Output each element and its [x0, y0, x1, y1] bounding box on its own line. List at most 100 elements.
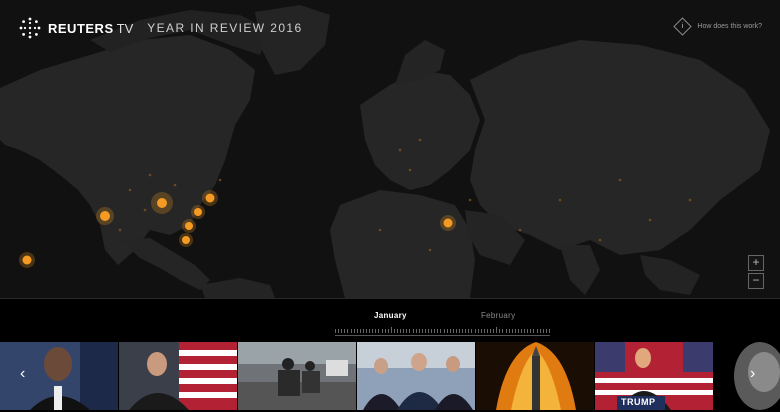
- timeline-tick: [517, 329, 519, 333]
- app-header: REUTERS TV YEAR IN REVIEW 2016: [18, 15, 303, 41]
- thumbnail-obama-portrait[interactable]: [0, 342, 118, 410]
- timeline-tick: [536, 329, 538, 333]
- thumbnail-rubio-speech[interactable]: [119, 342, 237, 410]
- timeline-tick: [390, 327, 392, 333]
- timeline-tick: [511, 329, 513, 333]
- hotspot-marker: [22, 255, 32, 265]
- timeline-tick: [530, 329, 532, 333]
- timeline-baseline: [335, 335, 550, 336]
- zoom-out-button[interactable]: −: [748, 273, 764, 289]
- timeline-tick: [347, 329, 349, 333]
- zoom-in-button[interactable]: +: [748, 255, 764, 271]
- timeline-tick: [366, 329, 367, 333]
- thumbnail-motorcade-street[interactable]: [238, 342, 356, 410]
- map-graphic: [0, 0, 780, 298]
- timeline-tick: [521, 329, 522, 333]
- timeline-tick: [514, 329, 516, 333]
- timeline-tick: [533, 329, 535, 333]
- world-map[interactable]: [0, 0, 780, 298]
- brand-suffix: TV: [116, 20, 134, 36]
- timeline-tick: [418, 329, 420, 333]
- timeline-tick: [356, 329, 358, 333]
- thumbnail-rocket-launch[interactable]: [476, 342, 594, 410]
- month-february[interactable]: February: [481, 311, 515, 320]
- timeline-tick: [548, 329, 550, 333]
- hotspot-marker: [205, 193, 215, 203]
- timeline-tick: [545, 329, 547, 333]
- timeline-tick: [446, 329, 448, 333]
- timeline[interactable]: January February: [0, 298, 780, 341]
- hotspot-marker: [157, 198, 167, 208]
- timeline-tick: [350, 329, 352, 333]
- timeline-tick: [415, 329, 417, 333]
- thumbnail-campaign-stage[interactable]: [357, 342, 475, 410]
- timeline-tick: [480, 329, 482, 333]
- timeline-tick: [462, 329, 464, 333]
- timeline-tick: [381, 329, 383, 333]
- timeline-tick: [421, 329, 423, 333]
- thumbnail-next-preview[interactable]: [714, 342, 780, 410]
- timeline-tick: [387, 329, 389, 333]
- timeline-tick: [344, 329, 346, 333]
- hotspot-marker: [185, 222, 193, 230]
- timeline-tick: [397, 329, 398, 333]
- timeline-tick: [437, 329, 439, 333]
- hotspot-marker: [194, 208, 202, 216]
- timeline-tick: [372, 329, 374, 333]
- hotspot-marker: [443, 218, 453, 228]
- timeline-tick: [468, 329, 470, 333]
- timeline-tick: [428, 329, 429, 333]
- carousel-prev-button[interactable]: ‹: [20, 365, 25, 383]
- timeline-tick: [527, 329, 529, 333]
- timeline-tick: [406, 329, 408, 333]
- timeline-tick: [409, 329, 411, 333]
- hotspot-marker: [182, 236, 190, 244]
- timeline-tick: [359, 329, 361, 333]
- timeline-tick: [440, 329, 442, 333]
- timeline-tick: [471, 329, 473, 333]
- timeline-tick: [378, 329, 380, 333]
- timeline-tick: [539, 329, 541, 333]
- timeline-tick: [459, 329, 460, 333]
- timeline-tick: [335, 329, 336, 333]
- timeline-tick: [505, 329, 507, 333]
- timeline-tick: [455, 329, 457, 333]
- timeline-tick: [338, 329, 340, 333]
- timeline-tick: [443, 329, 445, 333]
- hotspot-marker: [100, 211, 110, 221]
- reuters-logo-icon[interactable]: [18, 16, 42, 40]
- timeline-tick: [412, 329, 414, 333]
- timeline-tick: [477, 329, 479, 333]
- timeline-tick: [499, 329, 501, 333]
- timeline-tick: [384, 329, 386, 333]
- timeline-tick: [496, 327, 498, 333]
- carousel-next-button[interactable]: ›: [750, 365, 755, 383]
- month-january[interactable]: January: [374, 311, 407, 320]
- video-carousel: TRUMP: [0, 340, 780, 412]
- info-icon: i: [673, 17, 693, 36]
- brand-name: REUTERS: [48, 20, 114, 36]
- africa-landmass: [330, 190, 475, 298]
- timeline-tick: [424, 329, 426, 333]
- thumbnail-trump-rally[interactable]: TRUMP: [595, 342, 713, 410]
- timeline-tick: [486, 329, 488, 333]
- thumbnail-sign-text: TRUMP: [621, 397, 656, 407]
- timeline-tick: [353, 329, 355, 333]
- timeline-tick: [393, 329, 395, 333]
- timeline-tick: [434, 329, 436, 333]
- timeline-tick: [369, 329, 371, 333]
- timeline-tick: [431, 329, 433, 333]
- timeline-tick: [483, 329, 485, 333]
- help-link[interactable]: i How does this work?: [673, 17, 762, 36]
- timeline-tick: [403, 329, 405, 333]
- timeline-tick: [341, 329, 343, 333]
- timeline-tick: [474, 329, 476, 333]
- timeline-tick: [452, 329, 454, 333]
- timeline-tick: [490, 329, 491, 333]
- timeline-tick: [465, 329, 467, 333]
- zoom-controls: + −: [748, 255, 764, 291]
- timeline-tick: [449, 329, 451, 333]
- timeline-tick: [542, 329, 544, 333]
- timeline-tick: [508, 329, 510, 333]
- timeline-tick: [400, 329, 402, 333]
